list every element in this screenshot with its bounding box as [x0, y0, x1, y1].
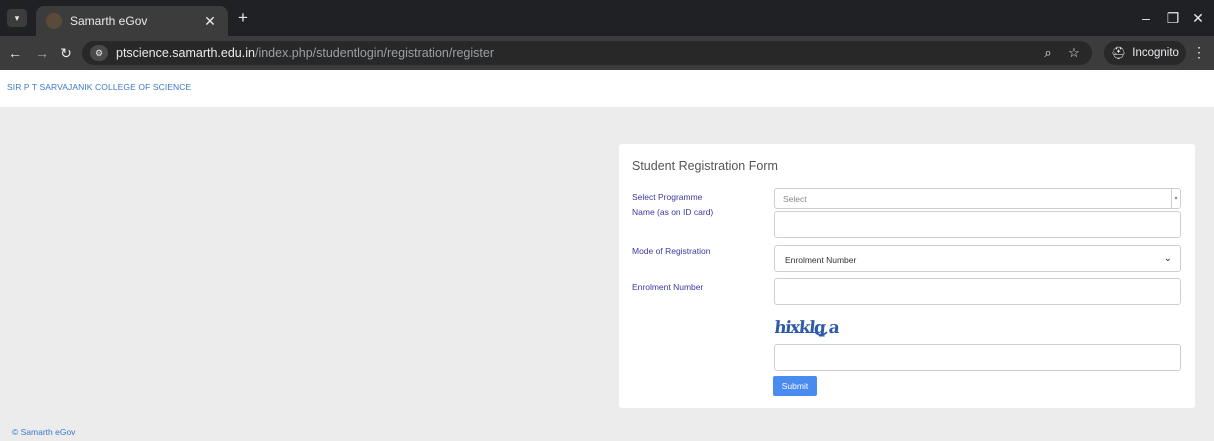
incognito-badge[interactable]: ⛑ Incognito: [1104, 41, 1186, 65]
tab-title: Samarth eGov: [70, 14, 148, 28]
close-icon[interactable]: ✕: [202, 13, 218, 30]
url-text: ptscience.samarth.edu.in/index.php/stude…: [116, 46, 495, 60]
restore-icon[interactable]: ❐: [1163, 10, 1183, 26]
back-icon[interactable]: ←: [7, 45, 23, 61]
footer-copyright: © Samarth eGov: [12, 427, 76, 437]
address-bar[interactable]: ⚙ ptscience.samarth.edu.in/index.php/stu…: [82, 41, 1092, 65]
programme-label: Select Programme: [632, 192, 703, 202]
favicon-icon: [46, 13, 62, 29]
new-tab-icon[interactable]: +: [234, 9, 252, 27]
forward-icon[interactable]: →: [34, 45, 50, 61]
submit-button[interactable]: Submit: [773, 376, 817, 396]
mode-selected-value: Enrolment Number: [785, 255, 857, 265]
college-name-link[interactable]: SIR P T SARVAJANIK COLLEGE OF SCIENCE: [7, 82, 191, 92]
star-icon[interactable]: ☆: [1066, 45, 1082, 61]
name-label: Name (as on ID card): [632, 207, 714, 217]
enrolment-label: Enrolment Number: [632, 282, 704, 292]
page-header: SIR P T SARVAJANIK COLLEGE OF SCIENCE: [0, 70, 1214, 107]
browser-tab[interactable]: Samarth eGov ✕: [36, 6, 228, 36]
programme-select[interactable]: Select ▾: [774, 188, 1181, 209]
tab-search-icon[interactable]: ▾: [7, 9, 27, 27]
site-info-icon[interactable]: ⚙: [90, 45, 108, 61]
captcha-image: hixklq a: [775, 318, 841, 338]
incognito-icon: ⛑: [1111, 46, 1127, 60]
browser-toolbar: ← → ↻ ⚙ ptscience.samarth.edu.in/index.p…: [0, 36, 1214, 70]
menu-icon[interactable]: ⋮: [1192, 44, 1206, 61]
captcha-text: hixklq a: [775, 318, 841, 338]
captcha-input[interactable]: [774, 344, 1181, 371]
mode-label: Mode of Registration: [632, 246, 711, 256]
enrolment-input[interactable]: [774, 278, 1181, 305]
form-title: Student Registration Form: [632, 159, 778, 173]
reload-icon[interactable]: ↻: [58, 45, 74, 61]
zoom-icon[interactable]: ⌕: [1040, 45, 1056, 61]
browser-tabstrip: ▾ Samarth eGov ✕ + – ❐ ✕: [0, 0, 1214, 36]
name-input[interactable]: [774, 211, 1181, 238]
window-close-icon[interactable]: ✕: [1188, 10, 1208, 26]
chevron-down-icon: ⌄: [1163, 253, 1172, 264]
incognito-label: Incognito: [1132, 47, 1179, 59]
minimize-icon[interactable]: –: [1136, 10, 1156, 26]
registration-form-card: Student Registration Form Select Program…: [619, 144, 1195, 408]
chevron-down-icon: ▾: [1171, 189, 1180, 208]
programme-placeholder: Select: [783, 194, 807, 204]
mode-select[interactable]: Enrolment Number ⌄: [774, 245, 1181, 272]
